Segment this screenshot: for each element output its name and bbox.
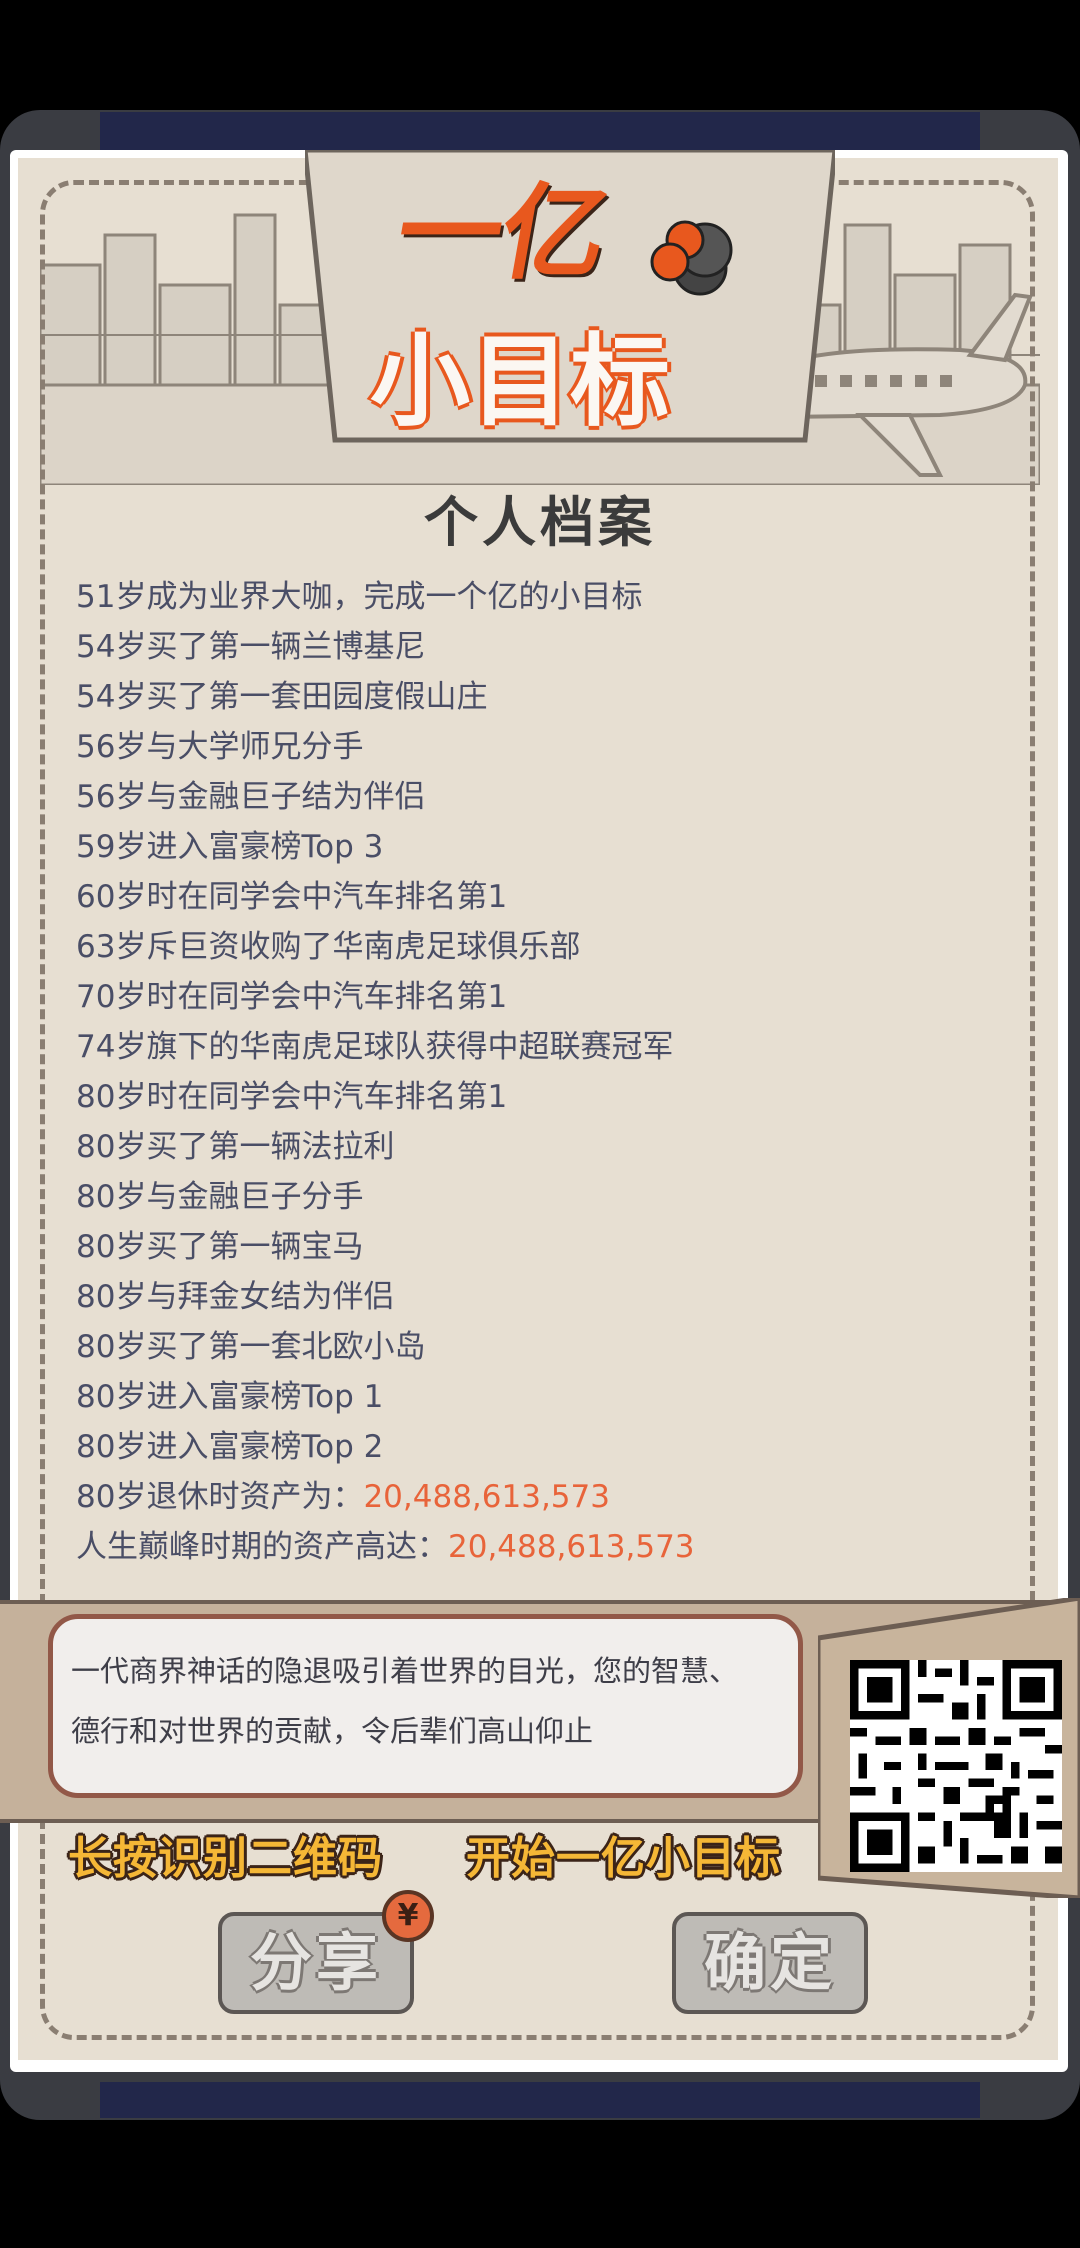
list-item: 56岁与大学师兄分手 xyxy=(76,729,364,765)
retire-assets-label: 80岁退休时资产为： xyxy=(76,1479,364,1515)
list-item: 51岁成为业界大咖，完成一个亿的小目标 xyxy=(76,579,643,615)
qr-code[interactable] xyxy=(850,1660,1062,1872)
logo-line1: 一亿 xyxy=(387,172,618,294)
list-item: 80岁买了第一辆宝马 xyxy=(76,1229,364,1265)
list-item: 80岁进入富豪榜Top 1 xyxy=(76,1379,384,1415)
message-box: 一代商界神话的隐退吸引着世界的目光，您的智慧、 德行和对世界的贡献，令后辈们高山… xyxy=(48,1614,803,1798)
list-item: 80岁买了第一套北欧小岛 xyxy=(76,1329,426,1365)
list-item: 54岁买了第一套田园度假山庄 xyxy=(76,679,488,715)
frame-bottom-strip xyxy=(100,2082,980,2118)
frame-top-strip xyxy=(100,112,980,152)
list-item: 80岁与拜金女结为伴侣 xyxy=(76,1279,395,1315)
list-item: 80岁时在同学会中汽车排名第1 xyxy=(76,1079,508,1115)
list-item: 80岁进入富豪榜Top 2 xyxy=(76,1429,384,1465)
list-item: 54岁买了第一辆兰博基尼 xyxy=(76,629,426,665)
message-line-1: 一代商界神话的隐退吸引着世界的目光，您的智慧、 xyxy=(71,1654,739,1688)
retire-assets-row: 80岁退休时资产为：20,488,613,573 xyxy=(76,1472,1036,1522)
scan-qr-hint: 长按识别二维码 xyxy=(68,1833,383,1884)
list-item: 60岁时在同学会中汽车排名第1 xyxy=(76,879,508,915)
list-item: 80岁买了第一辆法拉利 xyxy=(76,1129,395,1165)
retire-assets-value: 20,488,613,573 xyxy=(363,1479,610,1515)
peak-assets-value: 20,488,613,573 xyxy=(448,1529,695,1565)
start-game-hint: 开始一亿小目标 xyxy=(466,1833,781,1884)
confirm-button[interactable]: 确定 xyxy=(672,1912,868,2014)
peak-assets-label: 人生巅峰时期的资产高达： xyxy=(76,1529,448,1565)
logo-line2: 小目标 xyxy=(370,323,670,440)
message-line-2: 德行和对世界的贡献，令后辈们高山仰止 xyxy=(71,1714,594,1748)
life-records-list: 51岁成为业界大咖，完成一个亿的小目标 54岁买了第一辆兰博基尼 54岁买了第一… xyxy=(76,572,1036,1572)
list-item: 80岁与金融巨子分手 xyxy=(76,1179,364,1215)
peak-assets-row: 人生巅峰时期的资产高达：20,488,613,573 xyxy=(76,1522,1036,1572)
coin-icon: ¥ xyxy=(382,1890,434,1942)
list-item: 70岁时在同学会中汽车排名第1 xyxy=(76,979,508,1015)
page-title: 个人档案 xyxy=(424,491,656,554)
list-item: 56岁与金融巨子结为伴侣 xyxy=(76,779,426,815)
list-item: 59岁进入富豪榜Top 3 xyxy=(76,829,384,865)
list-item: 63岁斥巨资收购了华南虎足球俱乐部 xyxy=(76,929,581,965)
list-item: 74岁旗下的华南虎足球队获得中超联赛冠军 xyxy=(76,1029,674,1065)
